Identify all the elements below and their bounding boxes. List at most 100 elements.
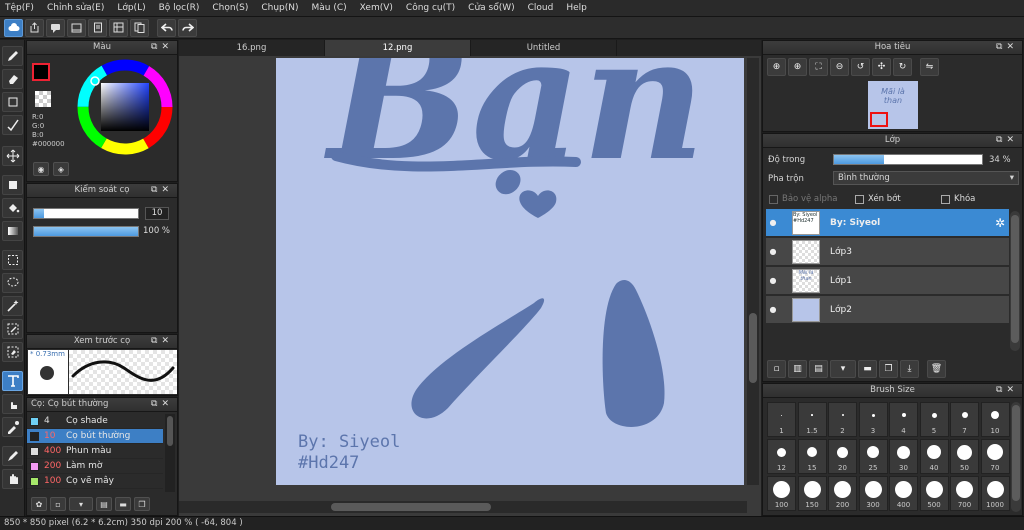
new-halftone-layer-icon[interactable]: ▥ (788, 359, 807, 378)
move-tool-icon[interactable] (2, 146, 23, 166)
brush-menu-icon[interactable]: ▾ (69, 497, 93, 511)
layer-row-by-siyeol[interactable]: ● By: Siyeol #Hd247 By: Siyeol ✲ (766, 209, 1009, 237)
marquee-tool-icon[interactable] (2, 250, 23, 270)
redo-icon[interactable] (178, 18, 197, 37)
tab-12-png[interactable]: 12.png (325, 40, 471, 56)
lock-checkbox[interactable]: Khóa (941, 194, 975, 204)
brush-item-selected[interactable]: 10Cọ bút thường✲ (27, 429, 163, 444)
undo-icon[interactable] (157, 18, 176, 37)
brush-opacity-slider[interactable] (33, 226, 139, 237)
brush-size-scrollbar[interactable] (1011, 402, 1021, 512)
duplicate-layer-icon[interactable]: ❐ (879, 359, 898, 378)
blend-mode-select[interactable]: Bình thường ▾ (833, 171, 1019, 185)
panel-window-buttons[interactable]: ⧉✕ (996, 41, 1018, 54)
zoom-in-icon[interactable]: ⊕ (767, 58, 786, 76)
brush-size-option[interactable]: 200 (828, 476, 857, 511)
export-icon[interactable] (25, 18, 44, 37)
new-brush-icon[interactable]: ▫ (50, 497, 66, 511)
foreground-color-swatch[interactable] (32, 63, 50, 81)
layer-row-lop3[interactable]: ● Lớp3 (766, 238, 1009, 266)
panel-window-buttons[interactable]: ⧉✕ (151, 335, 173, 348)
menu-layer[interactable]: Lớp(L) (117, 3, 145, 13)
viewport-indicator[interactable] (870, 112, 888, 127)
menu-filter[interactable]: Bộ lọc(R) (159, 3, 200, 13)
brush-size-option[interactable]: 1.5 (797, 402, 827, 437)
brush-size-option[interactable]: 2 (828, 402, 857, 437)
brush-size-option[interactable]: 25 (858, 439, 888, 474)
reset-view-icon[interactable]: ✣ (872, 58, 891, 76)
flip-icon[interactable]: ⇋ (920, 58, 939, 76)
line-tool-icon[interactable] (2, 115, 23, 135)
tab-16-png[interactable]: 16.png (179, 40, 325, 56)
brush-size-slider[interactable] (33, 208, 139, 219)
brush-size-option[interactable]: 10 (980, 402, 1010, 437)
menu-color[interactable]: Màu (C) (312, 3, 347, 13)
visibility-icon[interactable]: ● (766, 247, 780, 256)
duplicate-icon[interactable]: ❐ (134, 497, 150, 511)
cloud-icon[interactable] (4, 18, 23, 37)
brush-size-option[interactable]: 100 (767, 476, 796, 511)
layer-row-lop2[interactable]: ● Lớp2 (766, 296, 1009, 324)
text-tool-icon[interactable] (2, 371, 23, 391)
menu-select[interactable]: Chọn(S) (212, 3, 248, 13)
navigator-thumbnail[interactable]: Mãi là than (868, 81, 918, 129)
brush-list-scrollbar[interactable] (165, 414, 175, 492)
panel-window-buttons[interactable]: ⧉✕ (151, 398, 173, 411)
visibility-icon[interactable]: ● (766, 276, 780, 285)
pages-icon[interactable] (130, 18, 149, 37)
visibility-icon[interactable]: ● (766, 305, 780, 314)
new-layer-icon[interactable]: ▫ (767, 359, 786, 378)
eraser-tool-icon[interactable] (2, 69, 23, 89)
menu-file[interactable]: Tệp(F) (5, 3, 34, 13)
protect-alpha-checkbox[interactable]: Bảo vệ alpha (769, 194, 837, 204)
brush-size-option[interactable]: 400 (889, 476, 918, 511)
magic-wand-tool-icon[interactable] (2, 296, 23, 316)
delete-layer-icon[interactable]: 🗑 (927, 359, 946, 378)
brush-item[interactable]: 400 Phun màu (27, 444, 163, 459)
rotate-right-icon[interactable]: ↻ (893, 58, 912, 76)
shape-fill-tool-icon[interactable] (2, 175, 23, 195)
visibility-icon[interactable]: ● (766, 218, 780, 227)
rotate-left-icon[interactable]: ↺ (851, 58, 870, 76)
layer-list-scrollbar[interactable] (1010, 211, 1020, 351)
panel-window-buttons[interactable]: ⧉✕ (151, 184, 173, 197)
drawing-canvas[interactable]: Bạn By: Siyeol #Hd247 (276, 58, 744, 485)
brush-item[interactable]: 200 Làm mờ (27, 459, 163, 474)
folder-icon[interactable]: ▬ (115, 497, 131, 511)
brush-size-option[interactable]: 40 (919, 439, 949, 474)
brush-size-option[interactable]: 5 (919, 402, 949, 437)
brush-size-option[interactable]: 12 (767, 439, 796, 474)
menu-tools[interactable]: Công cụ(T) (406, 3, 455, 13)
menu-edit[interactable]: Chỉnh sửa(E) (47, 3, 104, 13)
color-set-icon[interactable]: ◉ (33, 162, 49, 176)
brush-copy-icon[interactable]: ▤ (96, 497, 112, 511)
brush-size-option[interactable]: 7 (950, 402, 979, 437)
grid-icon[interactable] (109, 18, 128, 37)
layer-folder-icon[interactable]: ▬ (858, 359, 877, 378)
comment-icon[interactable] (46, 18, 65, 37)
gear-icon[interactable]: ✲ (995, 216, 1005, 230)
panel-window-buttons[interactable]: ⧉✕ (996, 134, 1018, 147)
panel-toggle-icon[interactable] (67, 18, 86, 37)
panel-window-buttons[interactable]: ⧉✕ (996, 384, 1018, 397)
zoom-plus-icon[interactable]: ⊕ (788, 58, 807, 76)
lasso-tool-icon[interactable] (2, 273, 23, 293)
brush-settings-icon[interactable]: ✿ (31, 497, 47, 511)
layer-row-lop1[interactable]: ● Mãi là than Lớp1 (766, 267, 1009, 295)
brush-size-option[interactable]: 1000 (980, 476, 1010, 511)
transparent-color-swatch[interactable] (35, 91, 51, 107)
rect-select-tool-icon[interactable] (2, 92, 23, 112)
canvas-vertical-scrollbar[interactable] (747, 58, 759, 485)
brush-size-option[interactable]: 20 (828, 439, 857, 474)
menu-cloud[interactable]: Cloud (528, 3, 554, 13)
brush-item[interactable]: 100 Cọ vẽ mây (27, 474, 163, 489)
brush-size-option[interactable]: 4 (889, 402, 918, 437)
zoom-out-icon[interactable]: ⊖ (830, 58, 849, 76)
brush-size-option[interactable]: 3 (858, 402, 888, 437)
menu-window[interactable]: Cửa sổ(W) (468, 3, 514, 13)
tab-untitled[interactable]: Untitled (471, 40, 617, 56)
brush-item[interactable]: 4 Cọ shade (27, 414, 163, 429)
color-wheel[interactable] (77, 59, 173, 155)
brush-size-value[interactable]: 10 (145, 207, 169, 220)
bucket-tool-icon[interactable] (2, 198, 23, 218)
